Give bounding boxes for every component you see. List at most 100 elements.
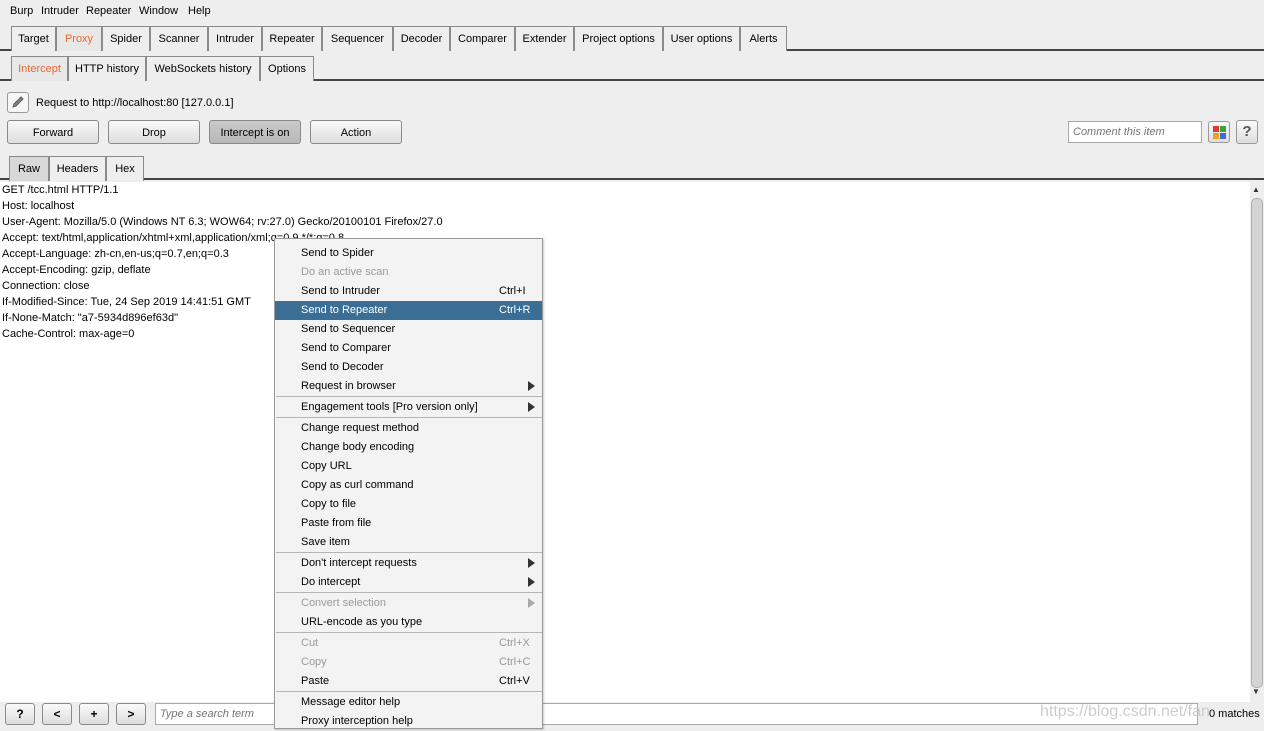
menu-item-send-to-repeater[interactable]: Send to Repeater Ctrl+R xyxy=(275,301,542,320)
scroll-thumb[interactable] xyxy=(1251,198,1263,688)
menu-item-label: Send to Decoder xyxy=(301,361,384,373)
menu-intruder[interactable]: Intruder xyxy=(41,5,79,17)
menu-item-copy-url[interactable]: Copy URL xyxy=(275,457,542,476)
menu-item-label: Copy xyxy=(301,656,327,668)
menu-item-change-request-method[interactable]: Change request method xyxy=(275,419,542,438)
menu-item-label: Do an active scan xyxy=(301,266,389,278)
tab-scanner[interactable]: Scanner xyxy=(150,26,208,51)
edit-pencil-icon[interactable] xyxy=(7,92,29,113)
menu-separator xyxy=(276,417,542,418)
tab-alerts[interactable]: Alerts xyxy=(740,26,787,51)
menu-item-copy-as-curl[interactable]: Copy as curl command xyxy=(275,476,542,495)
menu-item-label: Proxy interception help xyxy=(301,715,413,727)
search-next-button[interactable]: > xyxy=(116,703,146,725)
menu-item-do-intercept[interactable]: Do intercept xyxy=(275,573,542,592)
menu-item-convert-selection: Convert selection xyxy=(275,594,542,613)
request-line: If-Modified-Since: Tue, 24 Sep 2019 14:4… xyxy=(2,296,251,308)
menu-item-copy-to-file[interactable]: Copy to file xyxy=(275,495,542,514)
menu-item-shortcut: Ctrl+X xyxy=(499,637,530,649)
proxy-tab-bar: Intercept HTTP history WebSockets histor… xyxy=(0,52,1264,81)
tab-headers[interactable]: Headers xyxy=(49,156,106,181)
menu-item-send-to-sequencer[interactable]: Send to Sequencer xyxy=(275,320,542,339)
menu-item-send-to-spider[interactable]: Send to Spider xyxy=(275,244,542,263)
menu-item-label: Don't intercept requests xyxy=(301,557,417,569)
tab-http-history[interactable]: HTTP history xyxy=(68,56,146,81)
tab-spider[interactable]: Spider xyxy=(102,26,150,51)
tab-user-options[interactable]: User options xyxy=(663,26,740,51)
submenu-arrow-icon xyxy=(528,577,535,587)
menu-item-engagement-tools[interactable]: Engagement tools [Pro version only] xyxy=(275,398,542,417)
menu-item-change-body-encoding[interactable]: Change body encoding xyxy=(275,438,542,457)
intercept-toggle-button[interactable]: Intercept is on xyxy=(209,120,301,144)
menu-item-shortcut: Ctrl+R xyxy=(499,304,531,316)
comment-input[interactable] xyxy=(1068,121,1202,143)
tab-intercept[interactable]: Intercept xyxy=(11,56,68,81)
menu-help[interactable]: Help xyxy=(188,5,211,17)
menu-item-proxy-interception-help[interactable]: Proxy interception help xyxy=(275,712,542,731)
menu-item-label: Paste xyxy=(301,675,330,687)
menu-item-save-item[interactable]: Save item xyxy=(275,533,542,552)
tab-decoder[interactable]: Decoder xyxy=(393,26,450,51)
menu-item-label: Copy to file xyxy=(301,498,357,510)
menu-item-label: Engagement tools [Pro version only] xyxy=(301,401,478,413)
tab-hex[interactable]: Hex xyxy=(106,156,144,181)
menu-item-label: Send to Repeater xyxy=(301,304,388,316)
tab-proxy[interactable]: Proxy xyxy=(56,26,102,51)
menu-item-send-to-intruder[interactable]: Send to Intruder Ctrl+I xyxy=(275,282,542,301)
tab-raw[interactable]: Raw xyxy=(9,156,49,181)
tab-comparer[interactable]: Comparer xyxy=(450,26,515,51)
menu-item-url-encode[interactable]: URL-encode as you type xyxy=(275,613,542,632)
watermark: https://blog.csdn.net/fan xyxy=(1040,703,1210,720)
help-button[interactable]: ? xyxy=(1236,120,1258,144)
menu-item-label: Message editor help xyxy=(301,696,401,708)
submenu-arrow-icon xyxy=(528,598,535,608)
menu-bar: Burp Intruder Repeater Window Help xyxy=(0,0,1264,22)
tab-websockets-history[interactable]: WebSockets history xyxy=(146,56,260,81)
tab-intruder[interactable]: Intruder xyxy=(208,26,262,51)
menu-item-paste-from-file[interactable]: Paste from file xyxy=(275,514,542,533)
menu-separator xyxy=(276,552,542,553)
menu-item-dont-intercept[interactable]: Don't intercept requests xyxy=(275,554,542,573)
menu-item-label: Convert selection xyxy=(301,597,386,609)
menu-item-label: Save item xyxy=(301,536,350,548)
menu-burp[interactable]: Burp xyxy=(10,5,33,17)
menu-item-label: Copy URL xyxy=(301,460,352,472)
menu-item-label: Send to Comparer xyxy=(301,342,391,354)
editor-tab-bar: Raw Headers Hex xyxy=(0,152,1264,181)
tab-extender[interactable]: Extender xyxy=(515,26,574,51)
menu-item-message-editor-help[interactable]: Message editor help xyxy=(275,693,542,712)
request-line: User-Agent: Mozilla/5.0 (Windows NT 6.3;… xyxy=(2,216,443,228)
action-button[interactable]: Action xyxy=(310,120,402,144)
menu-item-send-to-comparer[interactable]: Send to Comparer xyxy=(275,339,542,358)
request-editor[interactable]: GET /tcc.html HTTP/1.1 Host: localhost U… xyxy=(0,182,1250,702)
tab-options[interactable]: Options xyxy=(260,56,314,81)
search-help-button[interactable]: ? xyxy=(5,703,35,725)
editor-scrollbar[interactable]: ▲ ▼ xyxy=(1250,182,1264,702)
menu-item-label: Copy as curl command xyxy=(301,479,414,491)
match-count: 0 matches xyxy=(1209,708,1260,720)
search-prev-button[interactable]: < xyxy=(42,703,72,725)
menu-item-send-to-decoder[interactable]: Send to Decoder xyxy=(275,358,542,377)
menu-separator xyxy=(276,396,542,397)
scroll-up-icon[interactable]: ▲ xyxy=(1252,185,1260,194)
scroll-down-icon[interactable]: ▼ xyxy=(1252,687,1260,696)
request-line: Accept-Language: zh-cn,en-us;q=0.7,en;q=… xyxy=(2,248,229,260)
menu-item-paste[interactable]: Paste Ctrl+V xyxy=(275,672,542,691)
menu-repeater[interactable]: Repeater xyxy=(86,5,131,17)
menu-item-request-in-browser[interactable]: Request in browser xyxy=(275,377,542,396)
tab-project-options[interactable]: Project options xyxy=(574,26,663,51)
tab-repeater[interactable]: Repeater xyxy=(262,26,322,51)
menu-item-shortcut: Ctrl+V xyxy=(499,675,530,687)
drop-button[interactable]: Drop xyxy=(108,120,200,144)
search-add-button[interactable]: + xyxy=(79,703,109,725)
submenu-arrow-icon xyxy=(528,381,535,391)
tab-sequencer[interactable]: Sequencer xyxy=(322,26,393,51)
forward-button[interactable]: Forward xyxy=(7,120,99,144)
menu-separator xyxy=(276,592,542,593)
menu-item-label: Paste from file xyxy=(301,517,372,529)
highlight-color-icon[interactable] xyxy=(1208,121,1230,143)
menu-window[interactable]: Window xyxy=(139,5,178,17)
menu-item-label: Request in browser xyxy=(301,380,396,392)
menu-separator xyxy=(276,632,542,633)
tab-target[interactable]: Target xyxy=(11,26,56,51)
